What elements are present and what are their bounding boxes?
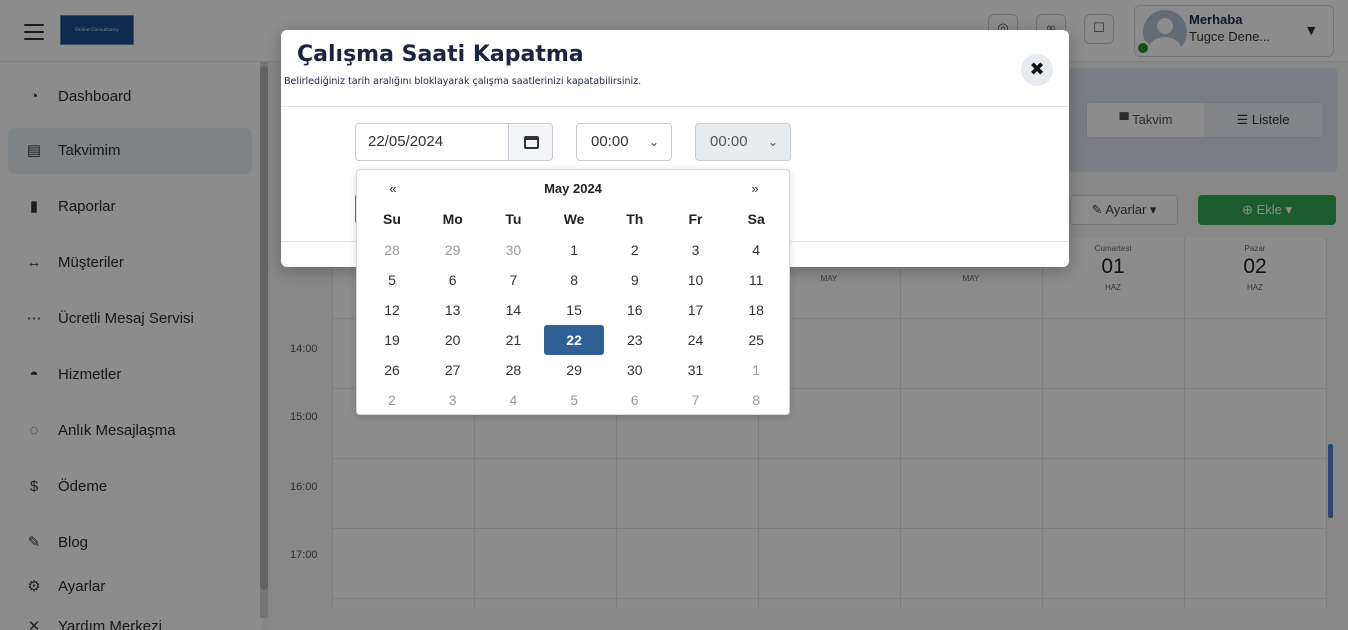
day-cell[interactable]: 11 — [726, 265, 786, 295]
day-cell[interactable]: 15 — [544, 295, 604, 325]
end-time-select[interactable]: 00:00 ⌄ — [695, 123, 791, 161]
weekday-label: Fr — [688, 211, 703, 227]
day-cell[interactable]: 14 — [483, 295, 543, 325]
chevron-down-icon: ⌄ — [648, 135, 659, 149]
day-cell[interactable]: 7 — [483, 265, 543, 295]
day-cell[interactable]: 1 — [726, 355, 786, 385]
day-cell[interactable]: 31 — [666, 355, 726, 385]
next-month-button[interactable]: » — [749, 181, 761, 196]
day-cell[interactable]: 25 — [726, 325, 786, 355]
day-cell[interactable]: 12 — [362, 295, 422, 325]
day-cell[interactable]: 20 — [423, 325, 483, 355]
day-cell[interactable]: 2 — [605, 235, 665, 265]
day-cell[interactable]: 29 — [544, 355, 604, 385]
date-input[interactable]: 22/05/2024 — [355, 123, 509, 161]
day-cell[interactable]: 16 — [605, 295, 665, 325]
modal-title: Çalışma Saati Kapatma — [297, 42, 584, 67]
day-cell[interactable]: 2 — [362, 385, 422, 415]
day-cell[interactable]: 5 — [544, 385, 604, 415]
end-time-value: 00:00 — [710, 133, 748, 150]
weekday-label: Su — [383, 211, 401, 227]
day-cell[interactable]: 29 — [423, 235, 483, 265]
weekday-label: Th — [626, 211, 644, 227]
day-cell[interactable]: 3 — [666, 235, 726, 265]
day-cell[interactable]: 28 — [483, 355, 543, 385]
modal-subtitle: Belirlediğiniz tarih aralığını bloklayar… — [284, 76, 642, 87]
chevron-down-icon: ⌄ — [767, 135, 778, 149]
day-cell[interactable]: 4 — [483, 385, 543, 415]
day-cell[interactable]: 10 — [666, 265, 726, 295]
day-cell[interactable]: 30 — [483, 235, 543, 265]
prev-month-button[interactable]: « — [387, 181, 399, 196]
day-cell[interactable]: 23 — [605, 325, 665, 355]
day-cell[interactable]: 6 — [423, 265, 483, 295]
divider — [281, 106, 1069, 107]
day-cell[interactable]: 13 — [423, 295, 483, 325]
day-cell[interactable]: 21 — [483, 325, 543, 355]
day-cell[interactable]: 24 — [666, 325, 726, 355]
weekday-label: We — [563, 211, 585, 227]
weekday-label: Mo — [442, 211, 463, 227]
datepicker: « May 2024 » Su Mo Tu We Th Fr Sa 28 29 30 1 2 3 4 5 6 7… — [356, 169, 790, 415]
day-cell[interactable]: 6 — [605, 385, 665, 415]
day-cell[interactable]: 27 — [423, 355, 483, 385]
close-icon[interactable]: ✖ — [1021, 54, 1053, 86]
day-cell[interactable]: 4 — [726, 235, 786, 265]
day-cell[interactable]: 26 — [362, 355, 422, 385]
day-cell[interactable]: 9 — [605, 265, 665, 295]
datepicker-header: « May 2024 » — [357, 170, 789, 206]
start-time-select[interactable]: 00:00 ⌄ — [576, 123, 672, 161]
day-cell[interactable]: 1 — [544, 235, 604, 265]
day-cell[interactable]: 19 — [362, 325, 422, 355]
day-cell[interactable]: 28 — [362, 235, 422, 265]
day-cell[interactable]: 5 — [362, 265, 422, 295]
calendar-icon — [524, 136, 539, 149]
calendar-button[interactable] — [509, 123, 553, 161]
day-cell[interactable]: 17 — [666, 295, 726, 325]
weekday-label: Tu — [505, 211, 522, 227]
selected-day-cell[interactable]: 22 — [544, 325, 605, 355]
day-cell[interactable]: 8 — [544, 265, 604, 295]
day-cell[interactable]: 30 — [605, 355, 665, 385]
day-cell[interactable]: 7 — [666, 385, 726, 415]
datepicker-title[interactable]: May 2024 — [517, 181, 629, 196]
day-cell[interactable]: 8 — [726, 385, 786, 415]
day-cell[interactable]: 18 — [726, 295, 786, 325]
weekday-label: Sa — [747, 211, 765, 227]
start-time-value: 00:00 — [591, 133, 629, 150]
day-cell[interactable]: 3 — [423, 385, 483, 415]
